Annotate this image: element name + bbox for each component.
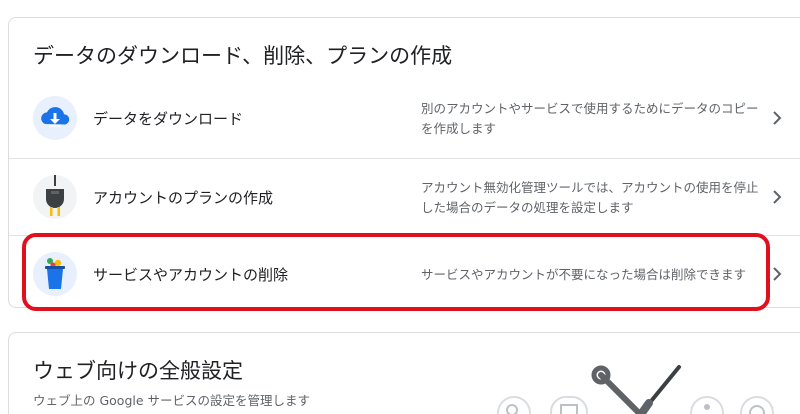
row-description: サービスやアカウントが不要になった場合は削除できます <box>421 266 747 282</box>
row-label: データをダウンロード <box>93 110 244 128</box>
chevron-right-icon <box>767 108 787 128</box>
row-description: アカウント無効化管理ツールでは、アカウントの使用を停止した場合のデータの処理を設… <box>421 179 759 215</box>
section-subtitle: ウェブ上の Google サービスの設定を管理します <box>33 393 311 408</box>
chevron-right-icon <box>767 264 787 284</box>
section-title: データのダウンロード、削除、プランの作成 <box>33 44 453 68</box>
row-download-data[interactable]: データをダウンロード 別のアカウントやサービスで使用するためにデータのコピーを作… <box>9 80 800 157</box>
trash-icon <box>33 252 77 296</box>
row-label: サービスやアカウントの削除 <box>93 266 289 284</box>
data-download-delete-card: データのダウンロード、削除、プランの作成 データをダウンロード 別のアカウントや… <box>8 17 800 308</box>
web-settings-card[interactable]: ウェブ向けの全般設定 ウェブ上の Google サービスの設定を管理します <box>8 332 800 414</box>
row-label: アカウントのプランの作成 <box>93 189 274 207</box>
cloud-download-icon <box>33 96 77 140</box>
page: データのダウンロード、削除、プランの作成 データをダウンロード 別のアカウントや… <box>0 0 800 414</box>
row-delete-service-account[interactable]: サービスやアカウントの削除 サービスやアカウントが不要になった場合は削除できます <box>9 235 800 313</box>
plug-icon <box>33 175 77 219</box>
row-description: 別のアカウントやサービスで使用するためにデータのコピーを作成します <box>421 100 759 136</box>
tools-illustration <box>497 365 774 414</box>
row-account-plan[interactable]: アカウントのプランの作成 アカウント無効化管理ツールでは、アカウントの使用を停止… <box>9 158 800 236</box>
chevron-right-icon <box>767 187 787 207</box>
section-title: ウェブ向けの全般設定 <box>33 359 243 383</box>
